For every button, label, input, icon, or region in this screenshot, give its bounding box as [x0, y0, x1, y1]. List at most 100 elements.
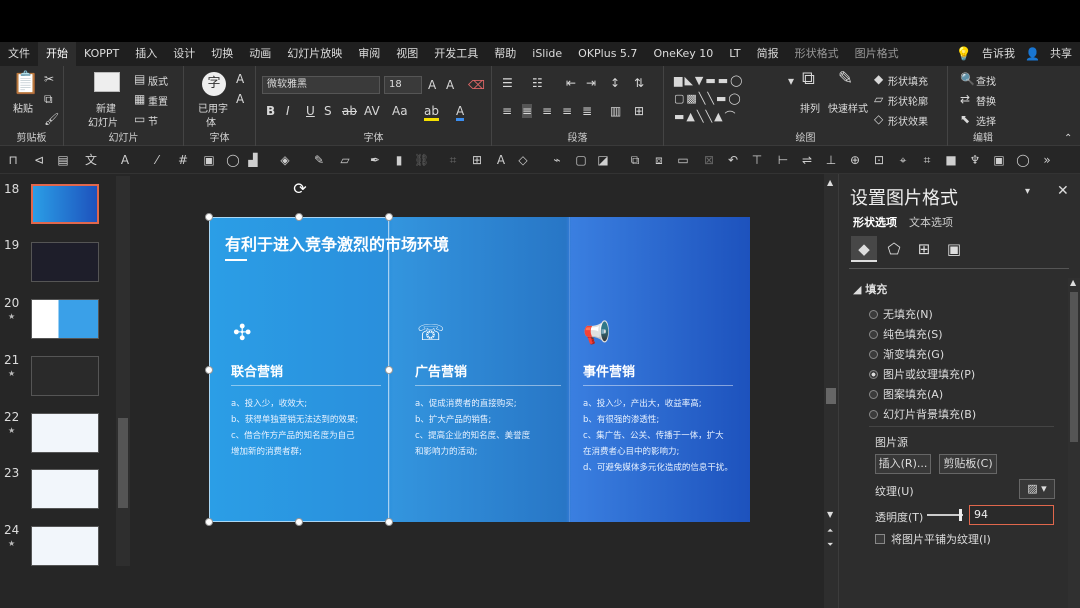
- scrollbar-thumb[interactable]: [826, 388, 836, 404]
- radio-button[interactable]: [869, 410, 878, 419]
- pane-menu-icon[interactable]: ▾: [1025, 186, 1030, 197]
- prev-slide-icon[interactable]: ⏶: [827, 526, 833, 536]
- tile-checkbox-row[interactable]: 将图片平铺为纹理(I): [875, 531, 991, 547]
- quick-styles-icon[interactable]: ✎: [838, 70, 853, 88]
- justify-icon[interactable]: ≡: [562, 104, 572, 118]
- distributed-icon[interactable]: ≣: [582, 104, 592, 118]
- quick-styles-button[interactable]: 快速样式: [828, 100, 868, 115]
- radio-button-selected[interactable]: [869, 370, 878, 379]
- circle-icon[interactable]: ◯: [1016, 153, 1030, 167]
- pane-scrollbar[interactable]: ▲: [1068, 278, 1080, 608]
- clear-format-icon[interactable]: ⌫: [468, 78, 485, 92]
- white-box-icon[interactable]: ■: [944, 153, 958, 167]
- copy-icon[interactable]: ⧉: [44, 92, 53, 106]
- line-color-icon[interactable]: ▱: [338, 153, 352, 167]
- transparency-slider-track[interactable]: [927, 514, 963, 516]
- new-slide-label[interactable]: 新建: [96, 100, 116, 115]
- shadow-icon[interactable]: S: [324, 104, 332, 118]
- tab-shape-format[interactable]: 形状格式: [787, 42, 847, 66]
- link-icon[interactable]: ⛓: [414, 153, 429, 167]
- brush-icon[interactable]: ⌁: [550, 153, 564, 167]
- text-icon[interactable]: 文: [84, 153, 98, 167]
- shape-fill-icon[interactable]: ◆: [874, 72, 883, 86]
- tag-icon[interactable]: ⊲: [32, 153, 46, 167]
- pipette-icon[interactable]: ✒: [368, 153, 382, 167]
- align-bottom-icon[interactable]: ⊥: [824, 153, 838, 167]
- transparency-input[interactable]: 94: [969, 505, 1054, 525]
- wing-icon[interactable]: ♆: [968, 153, 982, 167]
- paste-icon[interactable]: 📋: [12, 72, 39, 96]
- align-center-icon[interactable]: ≡: [522, 104, 533, 118]
- section-icon[interactable]: ▭: [134, 112, 145, 126]
- pen-icon[interactable]: ✎: [312, 153, 326, 167]
- thumbnail-23[interactable]: [31, 469, 99, 509]
- radio-button[interactable]: [869, 390, 878, 399]
- group-icon[interactable]: ⧉: [628, 153, 642, 167]
- align-right-icon[interactable]: ≡: [542, 104, 552, 118]
- change-case-icon[interactable]: Aa: [392, 104, 408, 118]
- thumbnail-24[interactable]: [31, 526, 99, 566]
- tab-shape-options[interactable]: 形状选项: [853, 214, 897, 230]
- font-color-icon[interactable]: A: [456, 104, 465, 121]
- fill-option-none[interactable]: 无填充(N): [869, 306, 933, 322]
- font-size-up-icon[interactable]: A: [236, 72, 244, 86]
- tab-transitions[interactable]: 切换: [203, 42, 241, 66]
- select-icon[interactable]: ⬉: [960, 112, 970, 126]
- align-top-icon[interactable]: ⊤: [750, 153, 764, 167]
- align-left-icon[interactable]: ≡: [502, 104, 512, 118]
- find-icon[interactable]: 🔍: [960, 72, 975, 86]
- layer-icon[interactable]: ▢: [574, 153, 588, 167]
- shape-effects-button[interactable]: 形状效果: [888, 113, 928, 128]
- text-a-icon[interactable]: A: [494, 153, 508, 167]
- fill-section-header[interactable]: ◢ 填充: [853, 281, 887, 297]
- thumbnail-19[interactable]: [31, 242, 99, 282]
- column-title[interactable]: 事件营销: [583, 361, 635, 380]
- tab-koppt[interactable]: KOPPT: [76, 42, 127, 66]
- scrollbar-thumb[interactable]: [118, 418, 128, 508]
- layout-button[interactable]: 版式: [148, 73, 168, 88]
- select-button[interactable]: 选择: [976, 113, 996, 128]
- new-slide-label2[interactable]: 幻灯片: [88, 114, 118, 129]
- shapes-icon[interactable]: ◇: [516, 153, 530, 167]
- font-color-qat-icon[interactable]: A: [118, 153, 132, 167]
- resize-handle[interactable]: [385, 518, 393, 526]
- resize-handle[interactable]: [385, 213, 393, 221]
- used-font-icon[interactable]: 字: [202, 72, 226, 96]
- chart-icon[interactable]: ▮: [392, 153, 406, 167]
- picture-icon[interactable]: ▣: [941, 236, 967, 262]
- columns-icon[interactable]: ▥: [610, 104, 621, 118]
- close-icon[interactable]: ✕: [1057, 183, 1069, 199]
- lock-icon[interactable]: ⊓: [6, 153, 20, 167]
- font-size-down-icon[interactable]: A: [236, 92, 244, 106]
- tab-islide[interactable]: iSlide: [524, 42, 570, 66]
- canvas-scrollbar[interactable]: ▲ ▼ ⏶ ⏷: [824, 174, 838, 608]
- tab-design[interactable]: 设计: [165, 42, 203, 66]
- fill-option-solid[interactable]: 纯色填充(S): [869, 326, 943, 342]
- fill-option-picture[interactable]: 图片或纹理填充(P): [869, 366, 975, 382]
- resize-handle[interactable]: [295, 518, 303, 526]
- thumbnail-20[interactable]: [31, 299, 99, 339]
- scroll-up-icon[interactable]: ▲: [827, 178, 833, 187]
- bullets-icon[interactable]: ☰: [502, 76, 513, 90]
- arrange-icon[interactable]: ⧉: [802, 70, 815, 88]
- font-name-combo[interactable]: 微软雅黑: [262, 76, 380, 94]
- tab-slideshow[interactable]: 幻灯片放映: [279, 42, 350, 66]
- bring-front-icon[interactable]: ▭: [676, 153, 690, 167]
- highlight-icon[interactable]: ab: [424, 104, 439, 121]
- char-spacing-icon[interactable]: AV: [364, 104, 380, 118]
- thumbnail-18[interactable]: [31, 184, 99, 224]
- tab-help[interactable]: 帮助: [486, 42, 524, 66]
- tab-insert[interactable]: 插入: [127, 42, 165, 66]
- align-center-qat-icon[interactable]: ⊕: [848, 153, 862, 167]
- rotate-left-icon[interactable]: ↶: [726, 153, 740, 167]
- effects-icon[interactable]: ⬠: [881, 236, 907, 262]
- texture-dropdown[interactable]: ▨ ▾: [1019, 479, 1055, 499]
- tab-home[interactable]: 开始: [38, 42, 76, 66]
- scrollbar-thumb[interactable]: [1070, 292, 1078, 442]
- used-font-label[interactable]: 已用字: [198, 100, 228, 115]
- increase-indent-icon[interactable]: ⇥: [586, 76, 596, 90]
- delete-icon[interactable]: ⊠: [702, 153, 716, 167]
- shrink-font-icon[interactable]: A: [446, 78, 454, 92]
- smartart-icon[interactable]: ⊞: [634, 104, 644, 118]
- merge-icon[interactable]: ◪: [596, 153, 610, 167]
